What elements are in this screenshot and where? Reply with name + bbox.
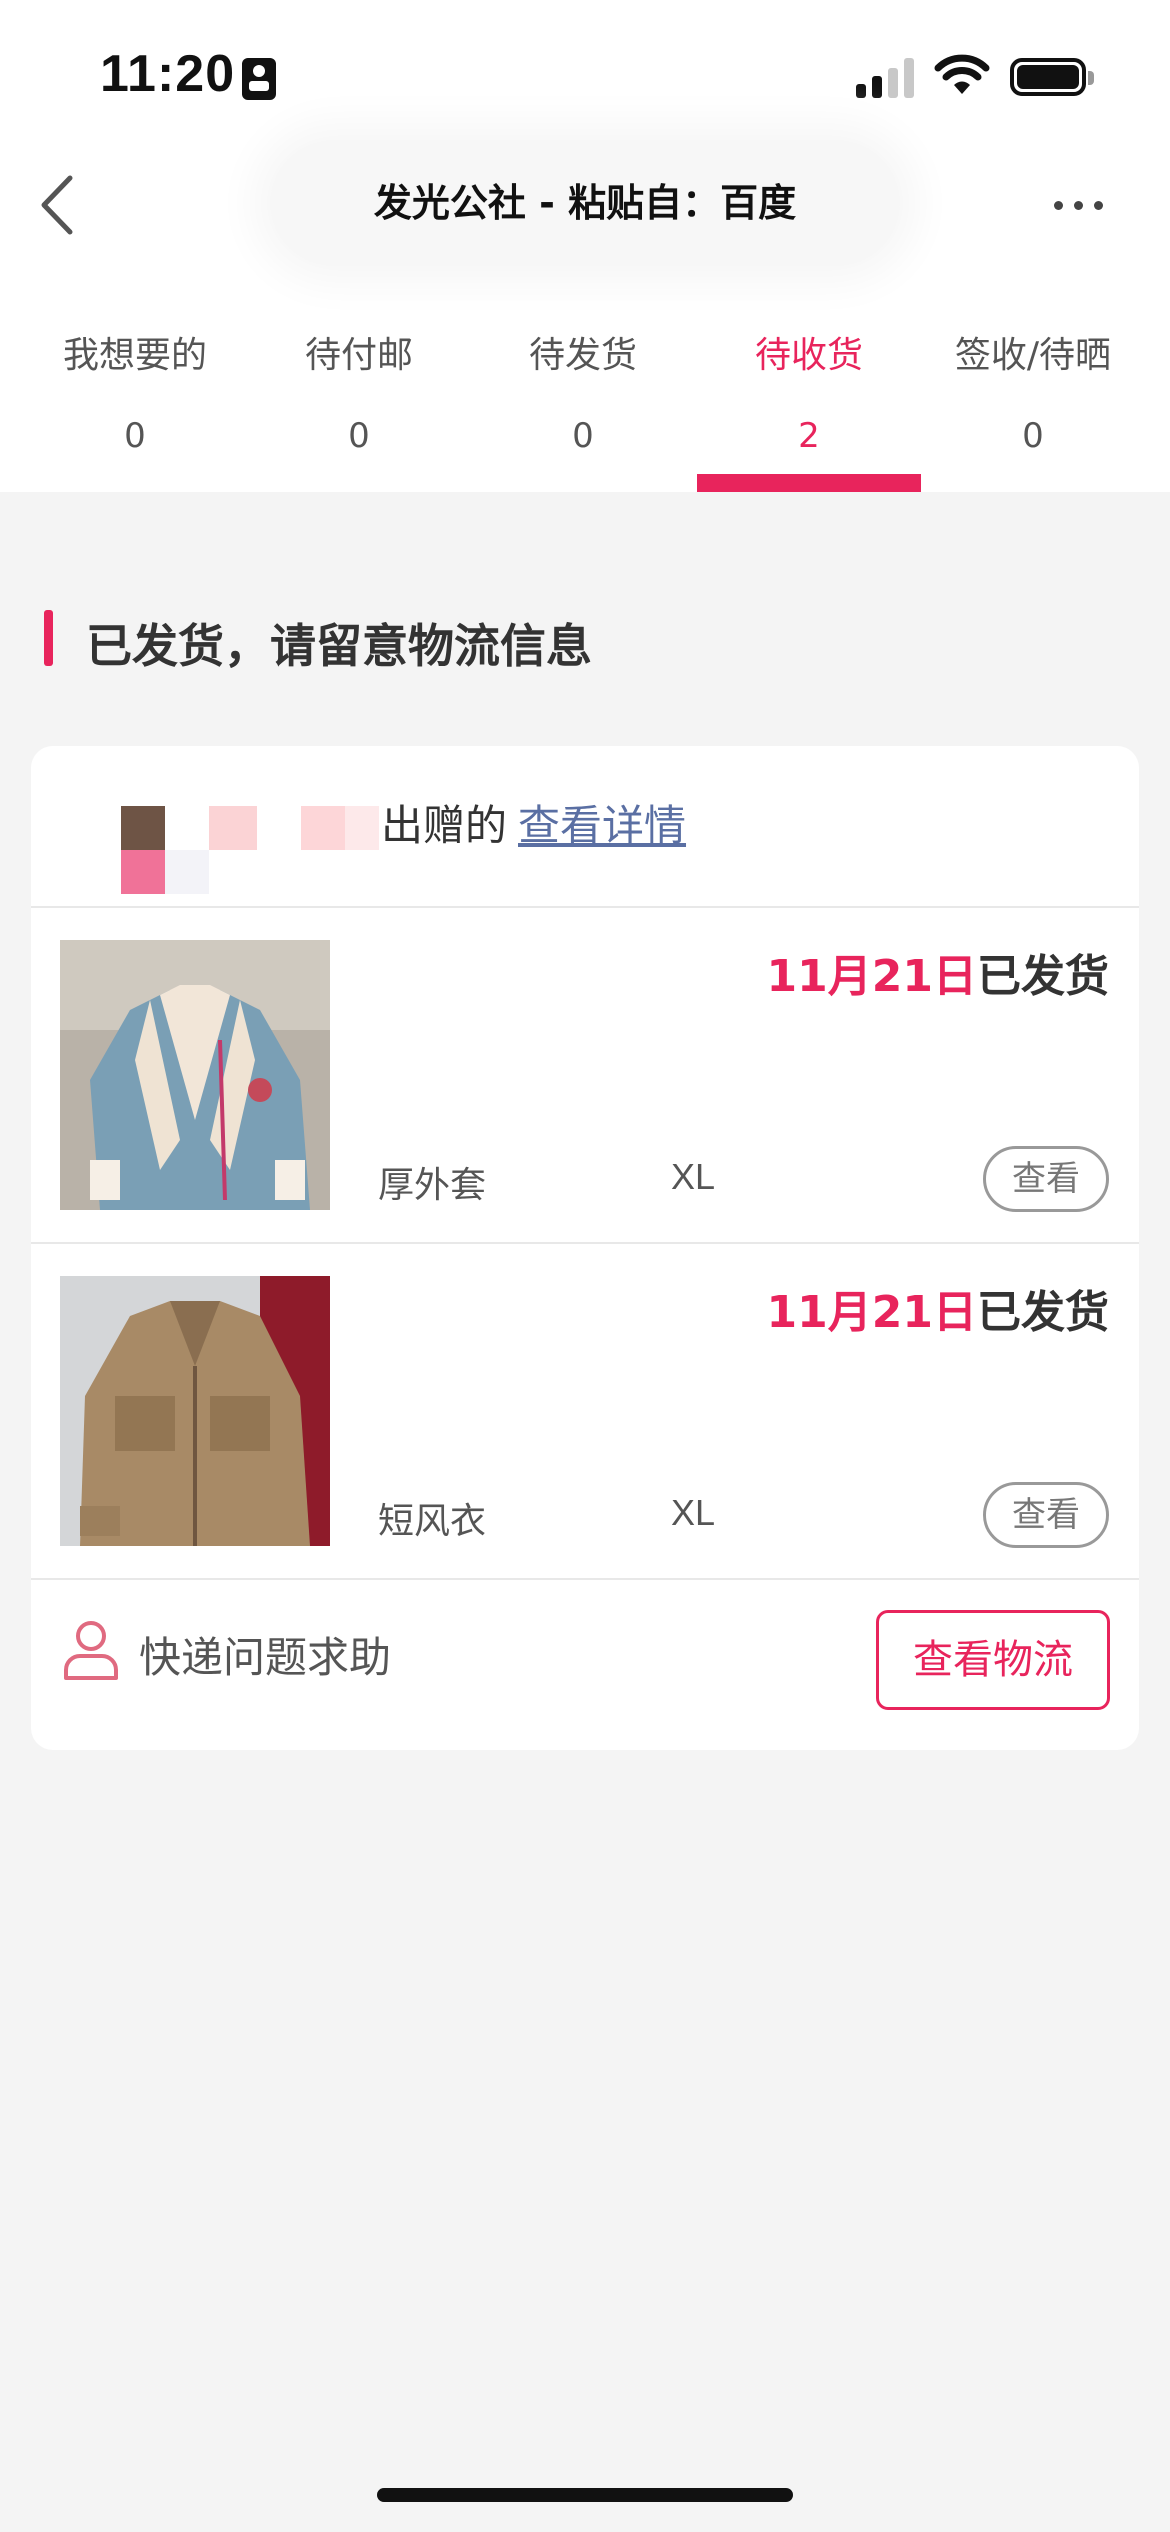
order-footer: 快递问题求助 查看物流 — [31, 1578, 1139, 1750]
cellular-signal-icon — [856, 56, 916, 98]
ship-status-text: 已发货 — [977, 1287, 1109, 1338]
clock: 11:20 — [100, 45, 236, 103]
section-title: 已发货，请留意物流信息 — [86, 619, 592, 673]
status-bar: 11:20 — [0, 0, 1170, 140]
wifi-icon — [934, 54, 990, 94]
item-name: 短风衣 — [378, 1501, 487, 1542]
order-status-tabs: 我想要的 0 待付邮 0 待发货 0 待收货 2 签收/待晒 0 — [0, 320, 1170, 492]
order-item[interactable]: 11月21日已发货 厚外套 XL 查看 — [31, 908, 1139, 1242]
view-details-link[interactable]: 查看详情 — [518, 792, 686, 853]
tab-count: 0 — [348, 416, 370, 456]
ship-date: 11月21日 — [766, 1287, 977, 1338]
item-name: 厚外套 — [378, 1165, 487, 1206]
trench-jacket-image — [60, 1276, 330, 1546]
tab-count: 0 — [1022, 416, 1044, 456]
ship-status: 11月21日已发货 — [767, 940, 1109, 1004]
tab-label: 签收/待晒 — [954, 335, 1112, 376]
tab-pending-receipt[interactable]: 待收货 2 — [697, 320, 921, 492]
view-item-button[interactable]: 查看 — [983, 1146, 1109, 1212]
order-card: 出赠的 查看详情 11月21日已发货 厚外套 XL 查看 11月21日已发货 短… — [31, 746, 1139, 1750]
nav-bar: 发光公社 - 粘贴自：百度 — [0, 140, 1170, 270]
section-accent-bar — [44, 610, 53, 666]
page-title: 发光公社 - 粘贴自：百度 — [373, 181, 797, 225]
sender-suffix: 出赠的 — [381, 801, 508, 850]
tab-count: 0 — [572, 416, 594, 456]
id-card-icon — [242, 58, 276, 100]
tab-label: 待付邮 — [304, 335, 413, 376]
order-item[interactable]: 11月21日已发货 短风衣 XL 查看 — [31, 1244, 1139, 1578]
tab-pending-shipment[interactable]: 待发货 0 — [471, 320, 695, 492]
shipping-help-link[interactable]: 快递问题求助 — [139, 1624, 391, 1685]
item-thumbnail[interactable] — [60, 1276, 330, 1546]
item-size: XL — [671, 1156, 716, 1197]
view-item-button[interactable]: 查看 — [983, 1482, 1109, 1548]
tab-pending-postage[interactable]: 待付邮 0 — [247, 320, 471, 492]
active-tab-indicator — [697, 474, 921, 492]
jacket-image — [60, 940, 330, 1210]
order-header: 出赠的 查看详情 — [31, 746, 1139, 908]
tab-wanted[interactable]: 我想要的 0 — [23, 320, 247, 492]
tab-count: 2 — [798, 416, 820, 456]
tab-label: 待收货 — [754, 335, 863, 376]
tab-count: 0 — [124, 416, 146, 456]
item-thumbnail[interactable] — [60, 940, 330, 1210]
battery-icon — [1010, 58, 1094, 96]
more-dots-icon[interactable] — [1050, 190, 1110, 220]
tab-received-review[interactable]: 签收/待晒 0 — [921, 320, 1145, 492]
tab-label: 待发货 — [528, 335, 637, 376]
ship-status-text: 已发货 — [977, 951, 1109, 1002]
ship-status: 11月21日已发货 — [767, 1276, 1109, 1340]
person-icon — [64, 1621, 118, 1680]
chevron-left-icon[interactable] — [30, 170, 100, 240]
sender-avatar[interactable] — [83, 806, 393, 906]
ship-date: 11月21日 — [766, 951, 977, 1002]
view-logistics-button[interactable]: 查看物流 — [876, 1610, 1110, 1710]
home-indicator[interactable] — [377, 2488, 793, 2502]
tab-label: 我想要的 — [62, 335, 207, 376]
item-size: XL — [671, 1492, 716, 1533]
